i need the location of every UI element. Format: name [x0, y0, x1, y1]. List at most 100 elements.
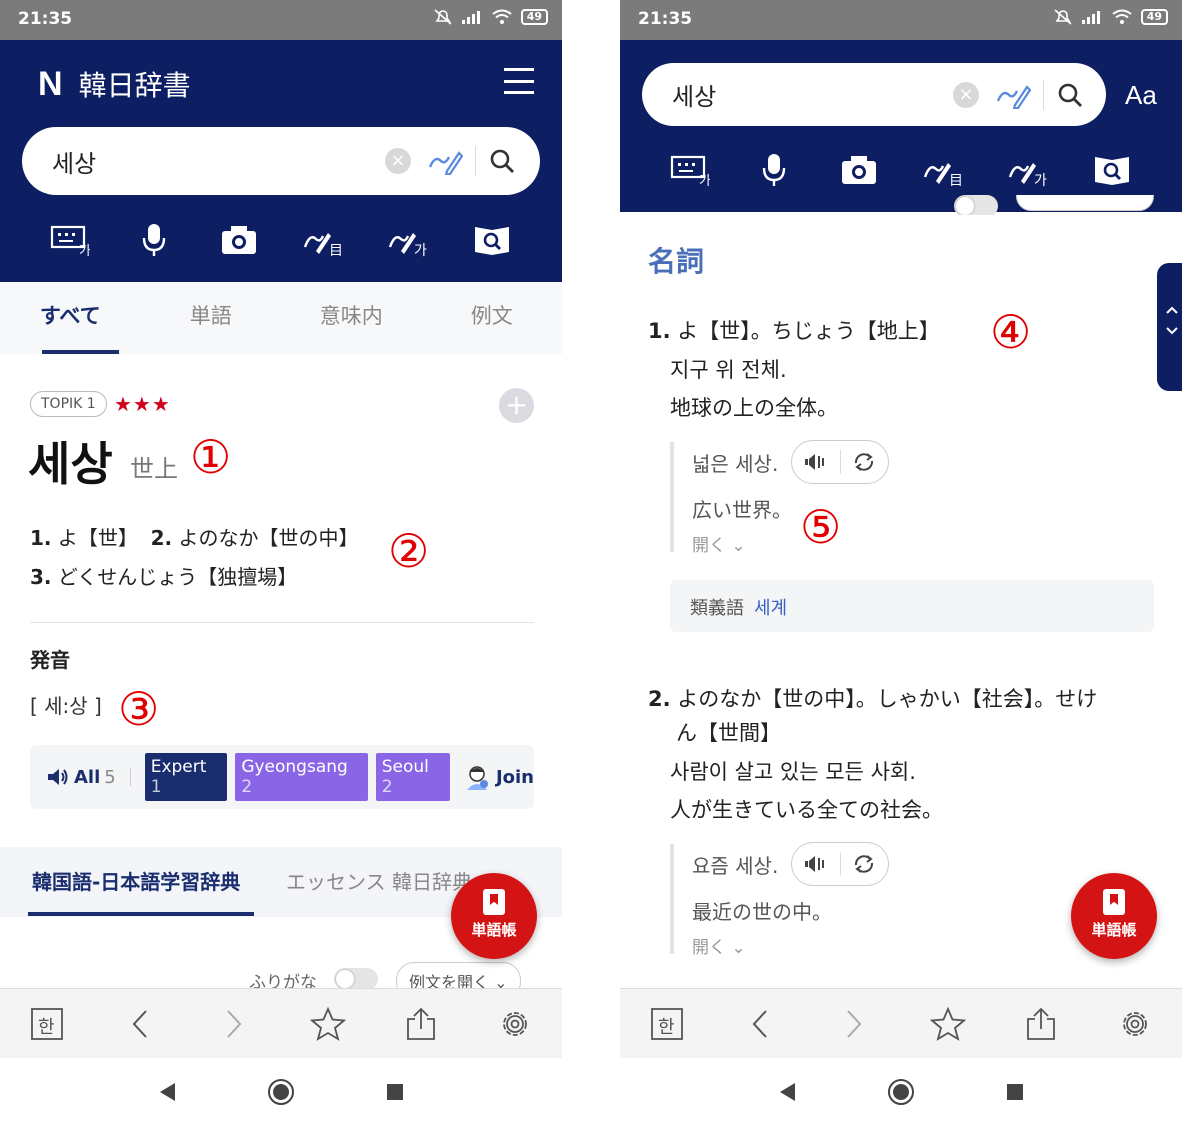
status-time: 21:35: [18, 9, 73, 29]
tag-gyeongsang[interactable]: Gyeongsang 2: [235, 753, 368, 801]
furigana-toggle[interactable]: [334, 968, 378, 990]
chevron-up-icon[interactable]: [1165, 305, 1179, 315]
nav-recents-icon[interactable]: [385, 1082, 405, 1102]
bookmark-icon: [483, 889, 505, 915]
speaker-icon[interactable]: [792, 854, 840, 874]
sense-2-japanese-definition: 人が生きている全ての社会。: [670, 798, 943, 822]
repeat-icon[interactable]: [841, 853, 889, 875]
korean-keyboard-button[interactable]: 한: [27, 1004, 67, 1044]
scroll-handle[interactable]: [1157, 263, 1182, 391]
font-size-button[interactable]: Aa: [1125, 80, 1157, 111]
tab-korean-japanese-learning[interactable]: 韓国語-日本語学習辞典: [32, 866, 240, 895]
svg-text:가: 가: [699, 174, 710, 186]
status-time: 21:35: [638, 9, 693, 29]
tab-essence-dictionary[interactable]: エッセンス 韓日辞典: [286, 866, 472, 895]
play-all-button[interactable]: All 5: [46, 767, 116, 788]
app-title: 韓日辞書: [78, 69, 191, 102]
star-icon[interactable]: [308, 1004, 348, 1044]
example-1-korean: 넓은 세상.: [692, 452, 779, 476]
nav-recents-icon[interactable]: [1005, 1082, 1025, 1102]
user-icon: [466, 766, 488, 790]
pronunciation-text: [ 세:상 ]: [30, 694, 102, 718]
open-examples-button[interactable]: [1016, 195, 1154, 211]
nav-back-icon[interactable]: [157, 1081, 177, 1103]
tab-all[interactable]: すべて: [0, 282, 141, 354]
furigana-toggle[interactable]: [954, 195, 998, 215]
sense-2-title[interactable]: 2. よのなか【世の中】。しゃかい【社会】。せけ: [648, 682, 1097, 716]
nav-home-icon[interactable]: [267, 1078, 295, 1106]
speaker-icon[interactable]: [792, 452, 840, 472]
clear-icon[interactable]: ×: [385, 148, 411, 174]
add-to-wordbook-icon[interactable]: +: [499, 388, 534, 423]
clear-icon[interactable]: ×: [953, 81, 979, 108]
search-input[interactable]: 세상: [642, 77, 953, 112]
book-search-icon[interactable]: [470, 220, 514, 260]
bottom-toolbar: 한: [620, 988, 1182, 1058]
input-tools: 가 目 가: [48, 220, 514, 260]
summary-sense-1[interactable]: よ【世】: [58, 526, 138, 550]
back-icon[interactable]: [120, 1004, 160, 1044]
search-icon[interactable]: [1056, 81, 1084, 109]
korean-keyboard-button[interactable]: 한: [647, 1004, 687, 1044]
camera-icon[interactable]: [217, 220, 261, 260]
chevron-down-icon[interactable]: [1165, 326, 1179, 336]
back-icon[interactable]: [740, 1004, 780, 1044]
repeat-icon[interactable]: [841, 451, 889, 473]
sense-1-title[interactable]: 1. よ【世】。ちじょう【地上】: [648, 314, 940, 348]
join-button[interactable]: Join: [464, 764, 534, 790]
forward-icon[interactable]: [834, 1004, 874, 1044]
pronunciation-heading: 発音: [30, 648, 70, 672]
hamburger-menu-icon[interactable]: [504, 68, 534, 94]
tab-meaning[interactable]: 意味内: [281, 282, 422, 354]
microphone-icon[interactable]: [132, 220, 176, 260]
summary-sense-2[interactable]: よのなか【世の中】: [178, 526, 358, 550]
tab-words[interactable]: 単語: [141, 282, 282, 354]
search-bar[interactable]: 세상 ×: [642, 63, 1106, 126]
example-1-expand[interactable]: 開く ⌄: [692, 531, 746, 556]
settings-gear-icon[interactable]: [1115, 1004, 1155, 1044]
status-bar: 21:35 49: [620, 0, 1182, 40]
example-1-japanese: 広い世界。: [692, 498, 792, 522]
svg-text:가: 가: [414, 243, 427, 257]
handwriting-hanja-icon[interactable]: 目: [921, 150, 965, 190]
share-icon[interactable]: [401, 1004, 441, 1044]
handwriting-hanja-icon[interactable]: 目: [301, 220, 345, 260]
nav-back-icon[interactable]: [777, 1081, 797, 1103]
nav-home-icon[interactable]: [887, 1078, 915, 1106]
wifi-icon: [492, 9, 512, 24]
summary-sense-3[interactable]: どくせんじょう【独擅場】: [58, 565, 297, 589]
camera-icon[interactable]: [837, 150, 881, 190]
sense-2-title-cont[interactable]: ん【世間】: [676, 716, 781, 750]
forward-icon[interactable]: [214, 1004, 254, 1044]
search-bar[interactable]: 세상 ×: [22, 127, 540, 195]
keyboard-icon[interactable]: 가: [668, 150, 712, 190]
handwriting-icon[interactable]: [427, 147, 463, 175]
headword: 세상: [28, 437, 113, 491]
importance-stars: ★★★: [114, 392, 171, 416]
example-2-audio-controls: [791, 842, 889, 886]
search-input[interactable]: 세상: [22, 144, 385, 179]
tag-seoul[interactable]: Seoul 2: [375, 753, 450, 801]
part-of-speech: 名詞: [648, 245, 705, 278]
keyboard-icon[interactable]: 가: [48, 220, 92, 260]
handwriting-hangul-icon[interactable]: 가: [1006, 150, 1050, 190]
system-nav: [620, 1058, 1182, 1125]
speaker-icon: [48, 769, 68, 785]
synonym-link[interactable]: 세계: [754, 598, 787, 619]
settings-gear-icon[interactable]: [495, 1004, 535, 1044]
handwriting-hangul-icon[interactable]: 가: [386, 220, 430, 260]
star-icon[interactable]: [928, 1004, 968, 1044]
example-2-expand[interactable]: 開く ⌄: [692, 933, 746, 958]
share-icon[interactable]: [1021, 1004, 1061, 1044]
search-icon[interactable]: [488, 147, 516, 175]
tag-expert[interactable]: Expert 1: [144, 753, 228, 801]
wordbook-fab[interactable]: 単語帳: [1071, 873, 1157, 959]
topik-badge: TOPIK 1: [30, 391, 107, 417]
book-search-icon[interactable]: [1090, 150, 1134, 190]
wordbook-fab[interactable]: 単語帳: [451, 873, 537, 959]
microphone-icon[interactable]: [752, 150, 796, 190]
bottom-toolbar: 한: [0, 988, 562, 1058]
annotation-3: ③: [118, 682, 160, 736]
handwriting-icon[interactable]: [995, 81, 1031, 109]
tab-examples[interactable]: 例文: [422, 282, 563, 354]
